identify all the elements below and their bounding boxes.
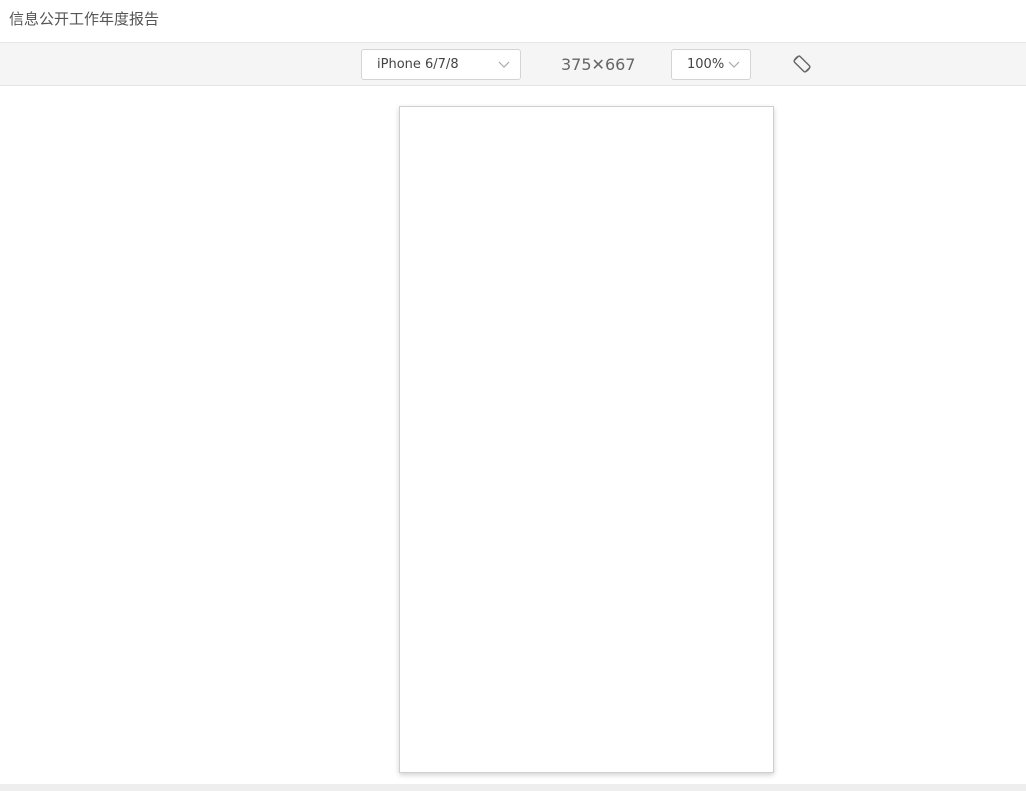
device-select-value: iPhone 6/7/8	[377, 57, 459, 72]
chevron-down-icon	[728, 61, 740, 68]
chevron-down-icon	[498, 61, 510, 68]
title-bar: 信息公开工作年度报告	[0, 0, 1026, 43]
rotate-device-button[interactable]	[790, 52, 814, 76]
rotate-device-icon	[793, 55, 811, 73]
device-select[interactable]: iPhone 6/7/8	[361, 49, 521, 80]
preview-canvas	[0, 86, 1026, 784]
viewport-dimensions: 375✕667	[561, 55, 636, 74]
app-window: 信息公开工作年度报告 iPhone 6/7/8 375✕667 100%	[0, 0, 1026, 791]
device-preview-frame[interactable]	[399, 106, 774, 773]
zoom-select-value: 100%	[687, 57, 725, 72]
page-title: 信息公开工作年度报告	[9, 10, 160, 28]
preview-toolbar: iPhone 6/7/8 375✕667 100%	[0, 43, 1026, 86]
horizontal-scrollbar-track[interactable]	[0, 784, 1026, 791]
zoom-select[interactable]: 100%	[671, 49, 751, 80]
